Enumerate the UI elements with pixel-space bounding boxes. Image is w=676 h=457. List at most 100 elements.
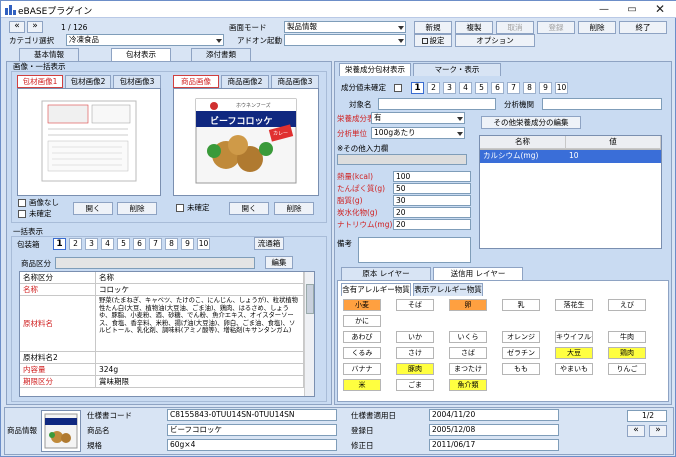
target-field[interactable] <box>378 98 496 110</box>
nutrient-field[interactable]: 20 <box>393 207 471 218</box>
number-tab-9[interactable]: 9 <box>181 238 194 250</box>
detail-row[interactable]: 期限区分 賞味期限 <box>20 376 314 388</box>
number-tab-5[interactable]: 5 <box>475 82 488 94</box>
other-input-field[interactable] <box>337 154 467 165</box>
prev-record-button[interactable]: « <box>9 21 25 33</box>
open-product-image-button[interactable]: 開く <box>229 202 269 215</box>
nutrient-field[interactable]: 30 <box>393 195 471 206</box>
tab-pkg-image-3[interactable]: 包材画像3 <box>113 75 161 88</box>
allergen-button[interactable]: さば <box>449 347 487 359</box>
number-tab-10[interactable]: 10 <box>555 82 568 94</box>
tab-displayed-allergens[interactable]: 表示アレルギー物質 <box>413 283 483 296</box>
next-record-button[interactable]: » <box>27 21 43 33</box>
nutrition-basis-select[interactable]: 有 <box>371 112 465 124</box>
number-tab-9[interactable]: 9 <box>539 82 552 94</box>
tab-send-layer[interactable]: 送信用 レイヤー <box>433 267 523 280</box>
edit-other-nutrients-button[interactable]: その他栄養成分の編集 <box>481 116 581 129</box>
allergen-button[interactable]: キウイフルーツ <box>555 331 593 343</box>
cancel-button[interactable]: 取消 <box>496 21 534 34</box>
number-tab-6[interactable]: 6 <box>133 238 146 250</box>
number-tab-4[interactable]: 4 <box>101 238 114 250</box>
category-select[interactable]: 冷凍食品 <box>66 34 224 46</box>
detail-row[interactable]: 原材料名2 <box>20 352 314 364</box>
tab-original-layer[interactable]: 原本 レイヤー <box>341 267 431 280</box>
allergen-button[interactable]: もも <box>502 363 540 375</box>
delete-button[interactable]: 削除 <box>578 21 616 34</box>
number-tab-3[interactable]: 3 <box>443 82 456 94</box>
tab-nutrition-display[interactable]: 栄養成分包材表示 <box>339 63 411 76</box>
allergen-button[interactable]: 魚介類 <box>449 379 487 391</box>
allergen-button[interactable]: さけ <box>396 347 434 359</box>
number-tab-2[interactable]: 2 <box>69 238 82 250</box>
number-tab-7[interactable]: 7 <box>507 82 520 94</box>
settings-button[interactable]: 設定 <box>414 34 452 47</box>
allergen-button[interactable]: 豚肉 <box>396 363 434 375</box>
allergen-button[interactable]: オレンジ <box>502 331 540 343</box>
allergen-button[interactable]: まつたけ <box>449 363 487 375</box>
remarks-field[interactable] <box>358 237 471 263</box>
allergen-button[interactable]: 米 <box>343 379 381 391</box>
footer-next-button[interactable]: » <box>649 425 667 437</box>
detail-row[interactable]: 名称区分 名称 <box>20 272 314 284</box>
screen-mode-select[interactable]: 製品情報 <box>284 21 406 33</box>
number-tab-3[interactable]: 3 <box>85 238 98 250</box>
detail-row[interactable]: 原材料名 野菜(たまねぎ、キャベツ、たけのこ、にんじん、しょうが)、粒状植物性たん… <box>20 296 314 352</box>
tab-contained-allergens[interactable]: 含有アレルギー物質 <box>341 283 411 296</box>
allergen-button[interactable]: ゼラチン <box>502 347 540 359</box>
allergen-button[interactable]: 牛肉 <box>608 331 646 343</box>
delete-image-button[interactable]: 削除 <box>117 202 157 215</box>
minimize-icon[interactable]: — <box>591 2 617 17</box>
register-button[interactable]: 登録 <box>537 21 575 34</box>
number-tab-5[interactable]: 5 <box>117 238 130 250</box>
number-tab-8[interactable]: 8 <box>165 238 178 250</box>
allergen-button[interactable]: バナナ <box>343 363 381 375</box>
allergen-button[interactable]: 鶏肉 <box>608 347 646 359</box>
product-class-field[interactable] <box>55 257 255 269</box>
allergen-button[interactable]: かに <box>343 315 381 327</box>
number-tab-7[interactable]: 7 <box>149 238 162 250</box>
allergen-button[interactable]: ごま <box>396 379 434 391</box>
detail-row[interactable]: 名称 コロッケ <box>20 284 314 296</box>
lab-field[interactable] <box>542 98 662 110</box>
nutrient-field[interactable]: 100 <box>393 171 471 182</box>
allergen-button[interactable]: いか <box>396 331 434 343</box>
detail-scrollbar[interactable] <box>304 272 314 396</box>
tab-product-image-1[interactable]: 商品画像 <box>173 75 219 88</box>
allergen-button[interactable]: いくら <box>449 331 487 343</box>
number-tab-1[interactable]: 1 <box>411 82 424 94</box>
tab-pkg-image-2[interactable]: 包材画像2 <box>65 75 111 88</box>
number-tab-8[interactable]: 8 <box>523 82 536 94</box>
allergen-button[interactable]: そば <box>396 299 434 311</box>
allergen-button[interactable]: あわび <box>343 331 381 343</box>
tab-package-display[interactable]: 包材表示 <box>111 48 171 61</box>
number-tab-4[interactable]: 4 <box>459 82 472 94</box>
flow-box-button[interactable]: 流通箱 <box>254 237 284 250</box>
nutrient-field[interactable]: 20 <box>393 219 471 230</box>
footer-prev-button[interactable]: « <box>627 425 645 437</box>
allergen-button[interactable]: えび <box>608 299 646 311</box>
allergen-button[interactable]: りんご <box>608 363 646 375</box>
allergen-button[interactable]: 落花生 <box>555 299 593 311</box>
tab-product-image-3[interactable]: 商品画像3 <box>271 75 319 88</box>
copy-button[interactable]: 複製 <box>455 21 493 34</box>
options-button[interactable]: オプション <box>455 34 535 47</box>
allergen-button[interactable]: やまいも <box>555 363 593 375</box>
number-tab-10[interactable]: 10 <box>197 238 210 250</box>
table-row[interactable]: カルシウム(mg) 10 <box>480 150 661 163</box>
allergen-button[interactable]: 大豆 <box>555 347 593 359</box>
tab-marks-display[interactable]: マーク・表示 <box>413 63 501 76</box>
tab-product-image-2[interactable]: 商品画像2 <box>221 75 269 88</box>
number-tab-1[interactable]: 1 <box>53 238 66 250</box>
number-tab-2[interactable]: 2 <box>427 82 440 94</box>
allergen-button[interactable]: 乳 <box>502 299 540 311</box>
close-icon[interactable]: ✕ <box>647 2 673 17</box>
tab-attachments[interactable]: 添付書類 <box>191 48 251 61</box>
no-image-checkbox[interactable] <box>18 199 26 207</box>
product-unconfirmed-checkbox[interactable] <box>176 204 184 212</box>
tab-basic-info[interactable]: 基本情報 <box>19 48 79 61</box>
analysis-unit-select[interactable]: 100gあたり <box>371 127 465 139</box>
open-image-button[interactable]: 開く <box>73 202 113 215</box>
addon-select[interactable] <box>284 34 406 46</box>
allergen-button[interactable]: 小麦 <box>343 299 381 311</box>
nutrient-field[interactable]: 50 <box>393 183 471 194</box>
